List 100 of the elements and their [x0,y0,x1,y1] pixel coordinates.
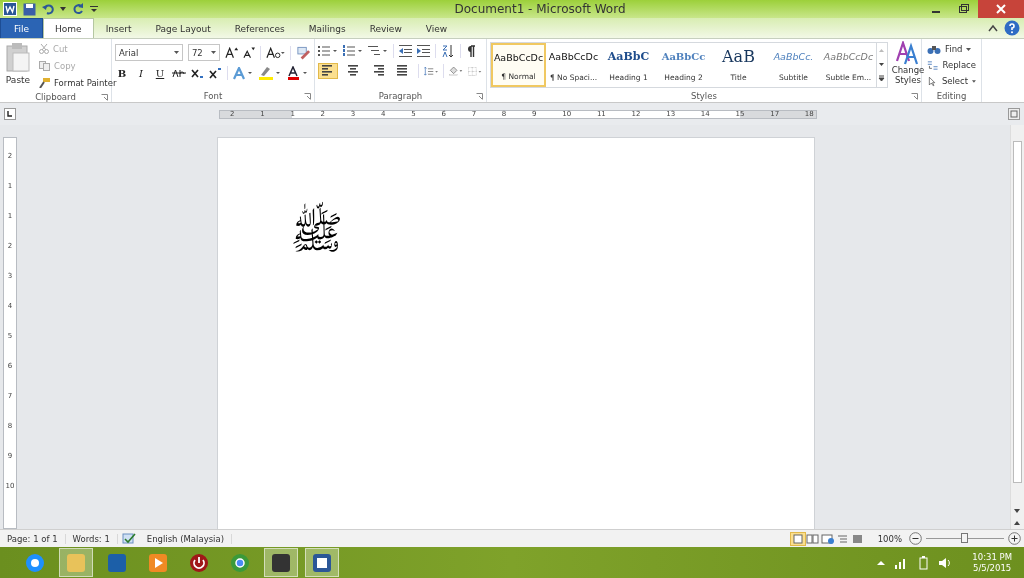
save-icon[interactable] [23,2,36,16]
dropdown-caret-icon [173,51,179,54]
dialog-launcher-icon[interactable] [101,94,108,101]
find-button[interactable]: Find [925,41,978,57]
proofing-icon[interactable] [121,532,136,545]
ribbon-tab[interactable]: Home [43,18,94,38]
shading-icon[interactable] [448,64,464,78]
ribbon-tab[interactable]: View [413,18,460,38]
scroll-down-icon[interactable] [1011,507,1023,515]
word-count[interactable]: Words: 1 [65,533,118,544]
font-name-field[interactable]: Arial [115,44,183,61]
decrease-indent-icon[interactable] [399,45,412,57]
ribbon-tab[interactable]: Mailings [296,18,358,38]
replace-button[interactable]: Replace [925,57,978,73]
document-icon [310,551,334,574]
zoom-out-icon[interactable] [909,532,922,545]
page-count[interactable]: Page: 1 of 1 [0,533,66,544]
change-case-icon[interactable] [266,46,286,59]
browser-icon [228,551,252,574]
underline-button[interactable]: U [153,67,167,79]
taskbar-word-button[interactable] [305,548,339,577]
view-ruler-icon[interactable] [1008,108,1020,120]
group-label: Font [203,91,223,101]
letters-icon [896,41,920,65]
paintbrush-icon [39,78,50,88]
language-indicator[interactable]: English (Malaysia) [139,533,232,544]
dropdown-caret-icon [211,51,217,54]
zoom-in-icon[interactable] [1008,532,1021,545]
reading-layout-icon[interactable] [805,532,820,545]
group-label: Editing [936,91,967,101]
redo-icon[interactable] [72,3,84,15]
ribbon-tab[interactable]: Review [357,18,414,38]
group-label: Styles [691,91,717,101]
align-left-button[interactable] [318,63,338,79]
bullets-icon[interactable] [318,45,338,57]
scissors-icon [39,44,49,54]
show-hidden-icons-icon[interactable] [876,558,887,567]
customize-icon[interactable] [90,5,98,13]
zoom-level[interactable]: 100% [870,533,909,544]
font-color-icon[interactable] [287,66,309,80]
ribbon-tab[interactable]: Page Layout [143,18,223,38]
numbering-icon[interactable] [343,45,363,57]
align-lines-icon [321,65,335,77]
volume-icon[interactable] [938,556,953,569]
ribbon-tab[interactable]: Insert [93,18,144,38]
battery-icon[interactable] [916,555,931,570]
close-icon[interactable] [978,0,1024,18]
highlight-icon[interactable] [258,66,282,80]
select-button[interactable]: Select [925,73,978,89]
ribbon-tab[interactable]: References [222,18,297,38]
clapperboard-icon [269,551,293,574]
group-label: Clipboard [35,91,76,102]
previous-page-icon[interactable] [1011,519,1023,527]
globe-icon [23,551,47,574]
text-effects-icon[interactable] [233,66,253,80]
tab-selector-icon[interactable] [4,108,16,120]
document-page[interactable]: ﷺ [216,137,815,529]
ribbon-tab[interactable]: File [0,18,44,38]
folder-icon [64,551,88,574]
paste-button[interactable]: Paste [3,41,33,91]
clock[interactable]: 10:31 PM 5/5/2015 [972,551,1012,574]
taskbar-clapper-button[interactable] [264,548,298,577]
shrink-font-icon[interactable] [243,46,256,59]
sort-icon[interactable] [441,44,455,58]
binoculars-icon [927,43,941,55]
strikethrough-icon[interactable] [172,68,186,78]
grow-font-icon[interactable] [225,46,239,59]
superscript-icon[interactable] [209,67,222,79]
help-icon[interactable] [1004,20,1020,36]
pilcrow-icon[interactable] [466,45,475,57]
dialog-launcher-icon[interactable] [911,93,918,100]
word-logo-icon [3,2,17,16]
caret-icon[interactable] [60,7,66,11]
vertical-scrollbar[interactable] [1010,125,1024,529]
italic-button[interactable]: I [134,67,148,79]
subscript-icon[interactable] [191,67,204,79]
clipboard-icon [5,43,31,73]
font-size-field[interactable]: 72 [187,44,221,61]
play-icon [146,551,170,574]
undo-icon[interactable] [42,3,54,15]
multilevel-list-icon[interactable] [368,45,388,57]
web-layout-icon[interactable] [820,532,835,545]
align-lines-icon [371,65,385,77]
line-spacing-icon[interactable] [423,64,439,78]
change-styles-button[interactable]: Change Styles [888,41,928,90]
caret-icon [966,47,972,51]
clear-formatting-icon[interactable] [296,45,311,60]
settings-icon [105,551,129,574]
window-title: Document1 - Microsoft Word [454,1,626,18]
increase-indent-icon[interactable] [417,45,430,57]
cursor-icon [927,75,938,87]
power-icon [187,551,211,574]
document-text: ﷺ [289,188,343,278]
dialog-launcher-icon[interactable] [476,93,483,100]
print-layout-icon[interactable] [790,532,805,545]
collapse-ribbon-icon[interactable] [988,24,998,32]
caret-icon [972,79,976,83]
draft-icon[interactable] [850,532,865,545]
dialog-launcher-icon[interactable] [304,93,311,100]
zoom-slider-thumb[interactable] [961,533,968,543]
